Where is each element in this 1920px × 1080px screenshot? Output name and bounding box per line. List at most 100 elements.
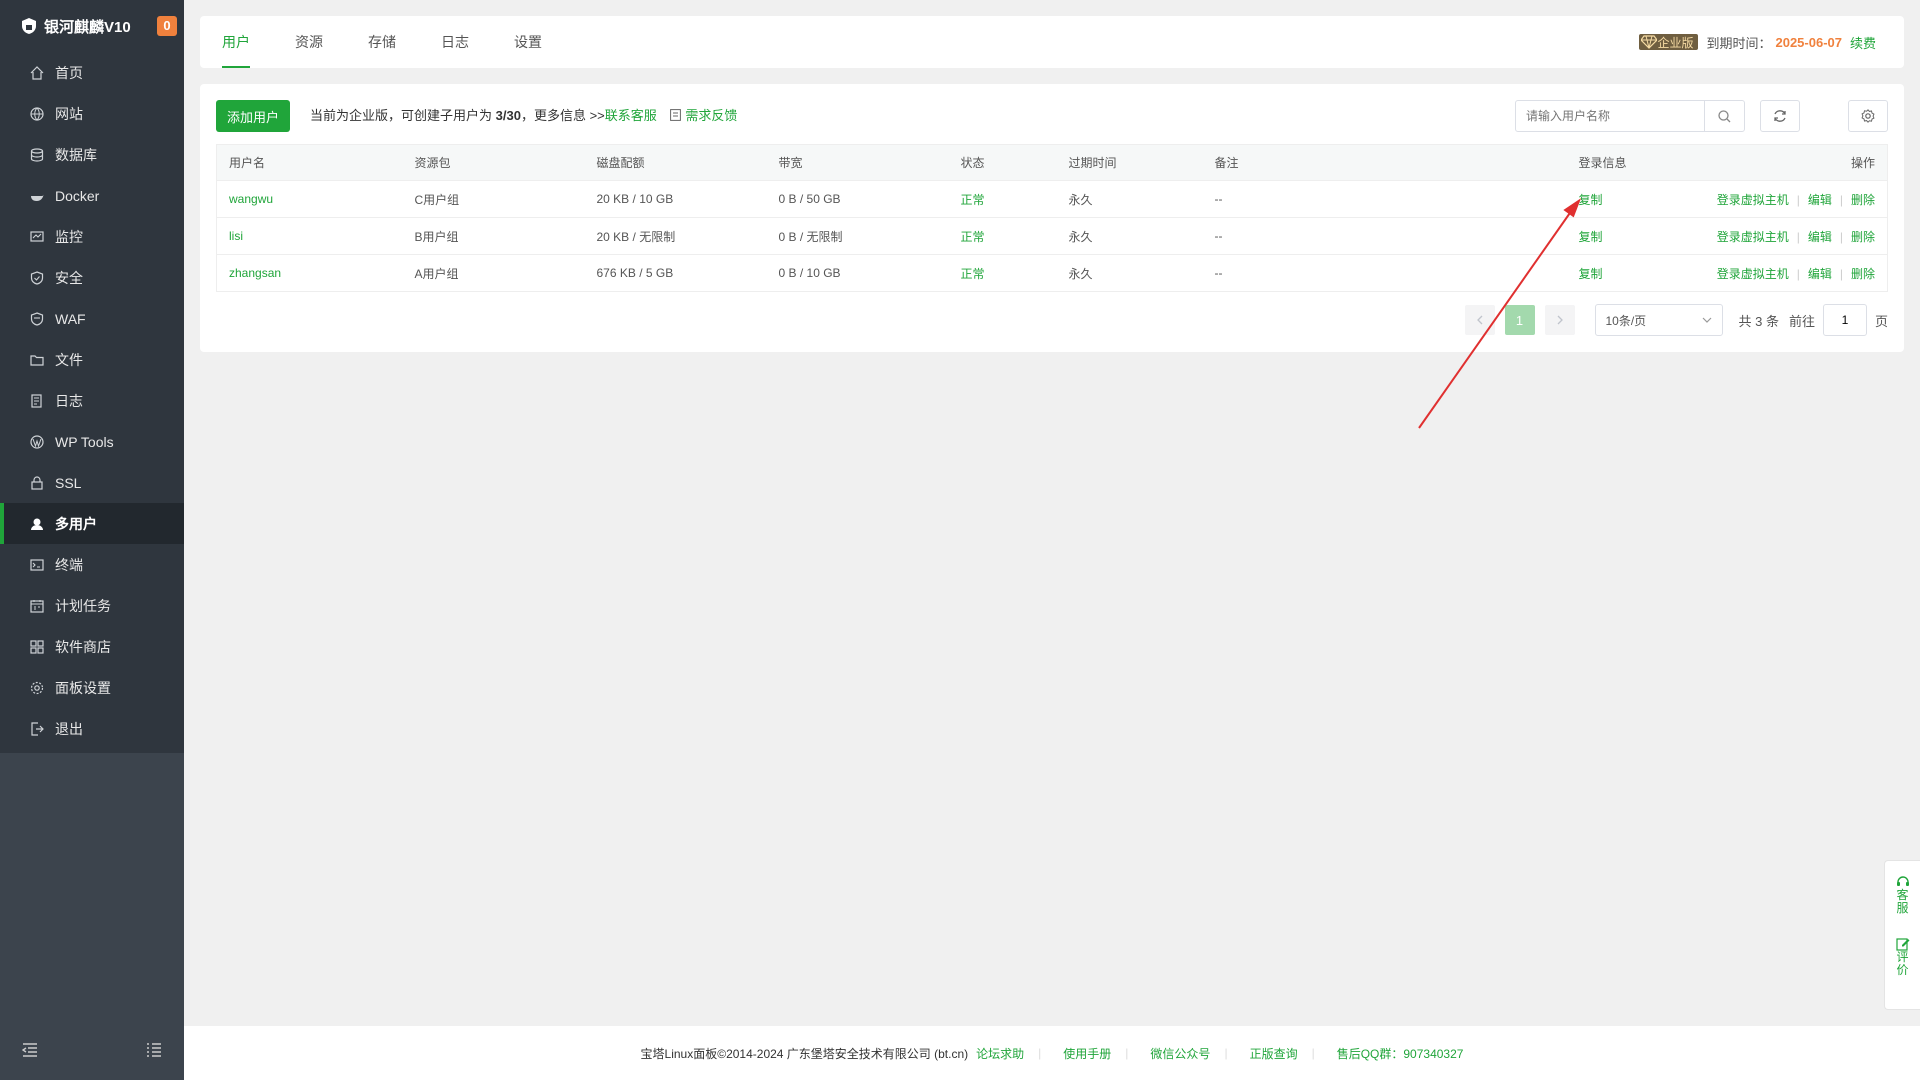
login-vhost-link[interactable]: 登录虚拟主机: [1717, 193, 1789, 207]
apps-icon: [30, 639, 44, 654]
delete-link[interactable]: 删除: [1851, 230, 1875, 244]
login-vhost-link[interactable]: 登录虚拟主机: [1717, 230, 1789, 244]
floating-service-widget: 客服 评价: [1884, 860, 1920, 1010]
page-size-select[interactable]: 10条/页: [1594, 304, 1723, 336]
shield-logo-icon: [22, 18, 36, 34]
settings-button[interactable]: [1848, 100, 1888, 132]
sidebar-item-3[interactable]: Docker: [0, 175, 184, 216]
sidebar-menu: 首页 网站数据库 Docker 监控安全 WAF 文件 日志 WP Tools SSL 多用户终端…: [0, 52, 184, 753]
sidebar-item-16[interactable]: 退出: [0, 708, 184, 749]
chevron-left-icon: [1476, 315, 1482, 325]
table-row: zhangsan A用户组 676 KB / 5 GB 0 B / 10 GB 正常 永久…: [216, 254, 1888, 292]
sidebar-item-8[interactable]: 日志: [0, 380, 184, 421]
username-link[interactable]: lisi: [229, 229, 243, 243]
gear-icon: [30, 681, 44, 694]
copy-login-link[interactable]: 复制: [1579, 267, 1603, 281]
feedback-label: 需求反馈: [685, 108, 738, 123]
footer-link-manual[interactable]: 使用手册: [1063, 1045, 1111, 1062]
sidebar-bottom: [0, 1020, 184, 1080]
page-number[interactable]: 1: [1504, 305, 1535, 335]
edit-link[interactable]: 编辑: [1808, 267, 1832, 281]
remark-cell[interactable]: --: [1202, 180, 1567, 218]
remark-cell[interactable]: --: [1202, 217, 1567, 255]
sidebar-item-12[interactable]: 终端: [0, 544, 184, 585]
sidebar-item-0[interactable]: 首页: [0, 52, 184, 93]
login-vhost-link[interactable]: 登录虚拟主机: [1717, 267, 1789, 281]
contact-service-link[interactable]: 联系客服: [605, 108, 657, 123]
col-bandwidth[interactable]: 带宽: [766, 144, 949, 181]
col-disk[interactable]: 磁盘配额: [584, 144, 767, 181]
next-page-button[interactable]: [1544, 305, 1575, 335]
notification-badge[interactable]: 0: [157, 16, 177, 36]
users-panel: 添加用户 当前为企业版，可创建子用户为 3/30，更多信息 >>联系客服 需求反…: [200, 84, 1904, 352]
customer-service-button[interactable]: 客服: [1896, 875, 1910, 915]
sidebar-item-2[interactable]: 数据库: [0, 134, 184, 175]
expire-cell: 永久: [1056, 217, 1203, 255]
col-expire[interactable]: 过期时间: [1056, 144, 1203, 181]
sidebar-item-label: 面板设置: [55, 679, 111, 696]
footer-link-qq[interactable]: 售后QQ群：907340327: [1337, 1045, 1464, 1062]
sidebar-item-10[interactable]: SSL: [0, 462, 184, 503]
sidebar-item-9[interactable]: WP Tools: [0, 421, 184, 462]
bandwidth-cell: 0 B / 10 GB: [766, 254, 949, 292]
shield-icon: [30, 270, 44, 285]
status-toggle[interactable]: 正常: [961, 230, 985, 244]
sidebar-item-15[interactable]: 面板设置: [0, 667, 184, 708]
sidebar-item-label: 多用户: [55, 515, 97, 532]
tab-4[interactable]: 设置: [514, 16, 563, 68]
tab-0[interactable]: 用户: [222, 16, 271, 68]
wordpress-icon: [30, 434, 44, 449]
sidebar-item-label: 监控: [55, 228, 83, 245]
tab-3[interactable]: 日志: [441, 16, 490, 68]
sidebar-item-4[interactable]: 监控: [0, 216, 184, 257]
sidebar-item-14[interactable]: 软件商店: [0, 626, 184, 667]
sidebar-item-7[interactable]: 文件: [0, 339, 184, 380]
edit-link[interactable]: 编辑: [1808, 193, 1832, 207]
search-button[interactable]: [1704, 101, 1744, 131]
package-cell: C用户组: [402, 180, 585, 218]
sidebar-item-5[interactable]: 安全: [0, 257, 184, 298]
prev-page-button[interactable]: [1464, 305, 1495, 335]
notice-prefix: 当前为企业版，可创建子用户为: [310, 108, 493, 123]
delete-link[interactable]: 删除: [1851, 193, 1875, 207]
refresh-button[interactable]: [1760, 100, 1800, 132]
monitor-icon: [30, 230, 44, 242]
footer-link-forum[interactable]: 论坛求助: [976, 1045, 1024, 1062]
sidebar-item-6[interactable]: WAF: [0, 298, 184, 339]
customer-service-label: 客服: [1896, 888, 1909, 915]
goto-page-input[interactable]: [1822, 304, 1867, 336]
footer-link-wechat[interactable]: 微信公众号: [1150, 1045, 1210, 1062]
sidebar-item-13[interactable]: 计划任务: [0, 585, 184, 626]
page-size-value: 10条/页: [1605, 313, 1647, 328]
username-link[interactable]: zhangsan: [229, 266, 281, 280]
footer-link-license[interactable]: 正版查询: [1250, 1045, 1298, 1062]
review-button[interactable]: 评价: [1895, 937, 1910, 977]
sidebar-item-11[interactable]: 多用户: [0, 503, 184, 544]
delete-link[interactable]: 删除: [1851, 267, 1875, 281]
username-link[interactable]: wangwu: [229, 192, 273, 206]
copy-login-link[interactable]: 复制: [1579, 230, 1603, 244]
collapse-menu-icon[interactable]: [22, 1043, 38, 1057]
feedback-link[interactable]: 需求反馈: [670, 108, 737, 123]
brand: 银河麒麟V10 0: [0, 0, 184, 52]
col-username[interactable]: 用户名: [216, 144, 403, 181]
tab-1[interactable]: 资源: [295, 16, 344, 68]
sidebar-item-1[interactable]: 网站: [0, 93, 184, 134]
search-input[interactable]: [1516, 101, 1704, 131]
status-toggle[interactable]: 正常: [961, 193, 985, 207]
col-remark: 备注: [1202, 144, 1567, 181]
enterprise-notice: 当前为企业版，可创建子用户为 3/30，更多信息 >>联系客服 需求反馈: [310, 100, 737, 132]
add-user-button[interactable]: 添加用户: [216, 100, 290, 132]
tab-2[interactable]: 存储: [368, 16, 417, 68]
footer-divider: |: [1038, 1046, 1042, 1060]
status-toggle[interactable]: 正常: [961, 267, 985, 281]
footer-copyright: 宝塔Linux面板©2014-2024 广东堡塔安全技术有限公司 (bt.cn): [640, 1046, 969, 1061]
sidebar-item-label: 数据库: [55, 146, 97, 163]
renew-link[interactable]: 续费: [1850, 33, 1876, 52]
copy-login-link[interactable]: 复制: [1579, 193, 1603, 207]
edit-link[interactable]: 编辑: [1808, 230, 1832, 244]
diamond-icon: [1641, 35, 1658, 49]
menu-list-icon[interactable]: [146, 1043, 162, 1057]
top-tabs-bar: 用户 资源 存储 日志 设置 企业版 到期时间： 2025-06-07 续费: [200, 16, 1904, 68]
remark-cell[interactable]: --: [1202, 254, 1567, 292]
